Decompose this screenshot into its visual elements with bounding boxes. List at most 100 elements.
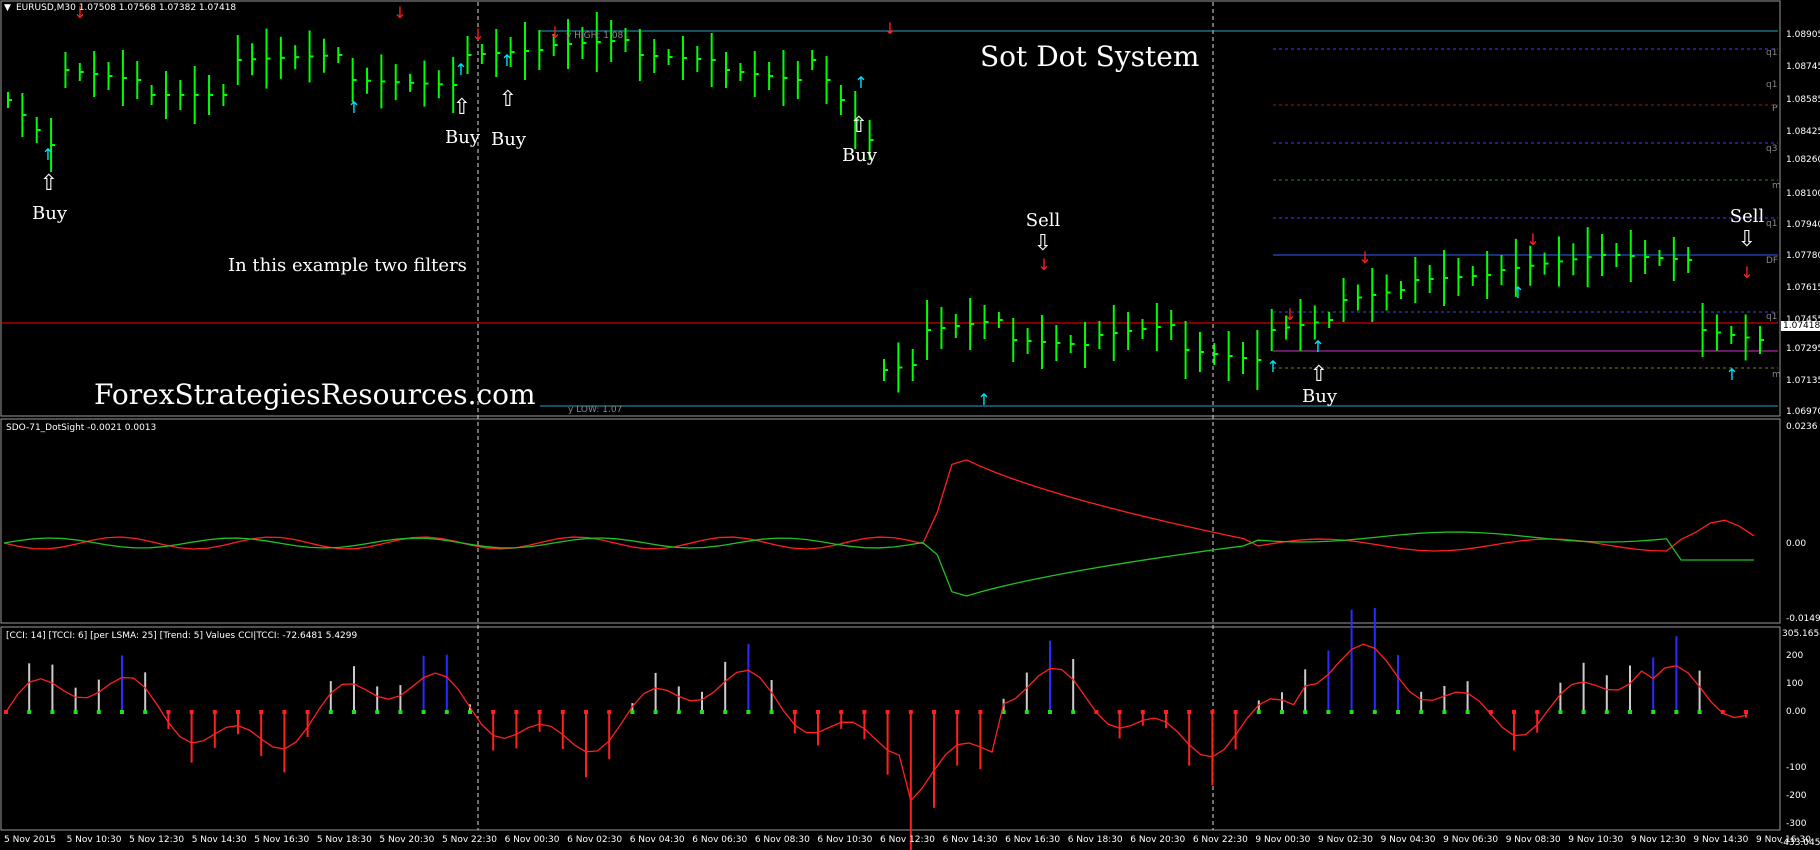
sell-signal-arrow-icon: ↓: [1037, 255, 1050, 274]
ind2-tick: 0.00: [1786, 707, 1807, 717]
price-tick: 1.08425: [1786, 127, 1820, 137]
ind2-tick: 200: [1786, 651, 1804, 661]
trend-dot: [282, 710, 287, 714]
ind1-tick: -0.0149: [1786, 614, 1820, 624]
trend-dot: [584, 710, 588, 714]
note-text: In this example two filters: [228, 255, 467, 276]
trend-dot: [1349, 710, 1354, 714]
time-tick: 5 Nov 12:30: [129, 835, 185, 845]
trend-dot: [700, 710, 704, 714]
trend-dot: [398, 710, 403, 714]
sell-signal-arrow-icon: ↓: [1358, 248, 1371, 267]
buy-signal-arrow-icon: ↑: [854, 73, 867, 92]
trend-dot: [792, 710, 797, 714]
trend-dot: [189, 710, 194, 714]
time-tick: 5 Nov 20:30: [379, 835, 435, 845]
time-tick: 9 Nov 12:30: [1630, 835, 1686, 845]
time-tick: 6 Nov 00:30: [504, 835, 560, 845]
price-tick: 1.08260: [1786, 155, 1820, 165]
trend-dot: [1628, 710, 1632, 714]
time-tick: 6 Nov 16:30: [1005, 835, 1061, 845]
hollow-up-arrow-icon: ⇧: [452, 95, 472, 120]
trend-dot: [96, 710, 101, 714]
time-tick: 6 Nov 06:30: [692, 835, 748, 845]
price-tick: 1.07940: [1786, 220, 1820, 230]
price-tick: 1.07295: [1786, 344, 1820, 354]
side-label: q1: [1766, 312, 1778, 322]
annotation-label: Buy: [491, 129, 526, 150]
price-tick: 1.06970: [1786, 407, 1820, 417]
trend-dot: [1164, 710, 1168, 714]
annotation-buy-2: ⇧ Buy: [445, 95, 480, 149]
annotation-label: Buy: [32, 203, 67, 224]
trend-dot: [305, 710, 310, 714]
trend-dot: [1071, 710, 1076, 714]
trend-dot: [1465, 710, 1470, 714]
time-tick: 6 Nov 08:30: [754, 835, 810, 845]
low-level-label: y LOW: 1.07: [568, 405, 623, 415]
sell-signal-arrow-icon: ↓: [883, 19, 896, 38]
side-label: DF: [1766, 256, 1779, 266]
trend-dot: [769, 710, 774, 714]
indicator1-pane-frame: [0, 418, 1781, 624]
time-tick: 9 Nov 10:30: [1568, 835, 1624, 845]
trend-dot: [908, 710, 913, 714]
time-tick: 9 Nov 14:30: [1693, 835, 1749, 845]
sdo-red-line: [3, 459, 1755, 552]
trend-dot: [1581, 710, 1586, 714]
symbol-header: EURUSD,M30 1.07508 1.07568 1.07382 1.074…: [16, 3, 237, 13]
trend-dot: [1604, 710, 1609, 714]
sdo-green-line: [3, 531, 1754, 597]
side-label: m: [1772, 370, 1781, 380]
annotation-label: Buy: [445, 127, 480, 148]
buy-signal-arrow-icon: ↑: [500, 51, 513, 70]
watermark: ForexStrategiesResources.com: [94, 378, 536, 411]
window-menu-triangle[interactable]: ▼: [4, 3, 11, 13]
ind2-tick: 305.1658: [1782, 629, 1820, 639]
trend-dot: [352, 710, 356, 714]
buy-signal-arrow-icon: ↑: [41, 145, 54, 164]
time-tick: 9 Nov 06:30: [1443, 835, 1499, 845]
tcci-line: [5, 643, 1747, 802]
trend-dot: [1187, 710, 1192, 714]
trend-dot: [1024, 710, 1029, 714]
sell-signal-arrow-icon: ↓: [393, 3, 406, 22]
price-tick: 1.07780: [1786, 251, 1820, 261]
trend-dot: [537, 710, 542, 714]
trend-dot: [1210, 710, 1215, 714]
trend-dot: [723, 710, 728, 714]
trend-dot: [27, 710, 32, 714]
buy-signal-arrow-icon: ↑: [347, 98, 360, 117]
trend-dot: [73, 710, 78, 714]
trend-dot: [421, 710, 426, 714]
sell-signal-arrow-icon: ↓: [1526, 230, 1539, 249]
time-tick: 6 Nov 18:30: [1067, 835, 1123, 845]
hollow-up-arrow-icon: ⇧: [1309, 362, 1329, 387]
buy-signal-arrow-icon: ↑: [1266, 357, 1279, 376]
trend-dot: [444, 710, 449, 714]
trading-chart[interactable]: ↑↑↑ ↑↑↑↑↑↑↑↓ ↓↓ ↓ ↓↓↓↓↓↓: [0, 0, 1820, 850]
ind2-tick: -200: [1786, 791, 1807, 801]
trend-dot: [1442, 710, 1447, 714]
trend-dot: [955, 710, 960, 714]
trend-dot: [630, 710, 635, 714]
chart-title: Sot Dot System: [980, 40, 1200, 73]
trend-dot: [607, 710, 612, 714]
time-tick: 9 Nov 16:30: [1756, 835, 1811, 845]
trend-dot: [1140, 710, 1145, 714]
annotation-sell-1: Sell ⇩: [1025, 210, 1061, 255]
high-level-label: y HIGH: 1.08: [566, 31, 624, 41]
trend-dot: [1372, 710, 1377, 714]
price-tick: 1.07615: [1786, 283, 1820, 293]
time-tick: 6 Nov 04:30: [629, 835, 685, 845]
trend-dot: [1744, 710, 1748, 714]
time-tick: 6 Nov 22:30: [1192, 835, 1248, 845]
sell-signal-arrow-icon: ↓: [1283, 305, 1296, 324]
trend-dot: [816, 710, 820, 714]
buy-signal-arrow-icon: ↑: [454, 60, 467, 79]
trend-dot: [328, 710, 333, 714]
trend-dot: [653, 710, 658, 714]
side-label: q1: [1766, 48, 1778, 58]
annotation-buy-5: ⇧ Buy: [1302, 362, 1337, 408]
annotation-buy-4: ⇧ Buy: [842, 115, 877, 167]
